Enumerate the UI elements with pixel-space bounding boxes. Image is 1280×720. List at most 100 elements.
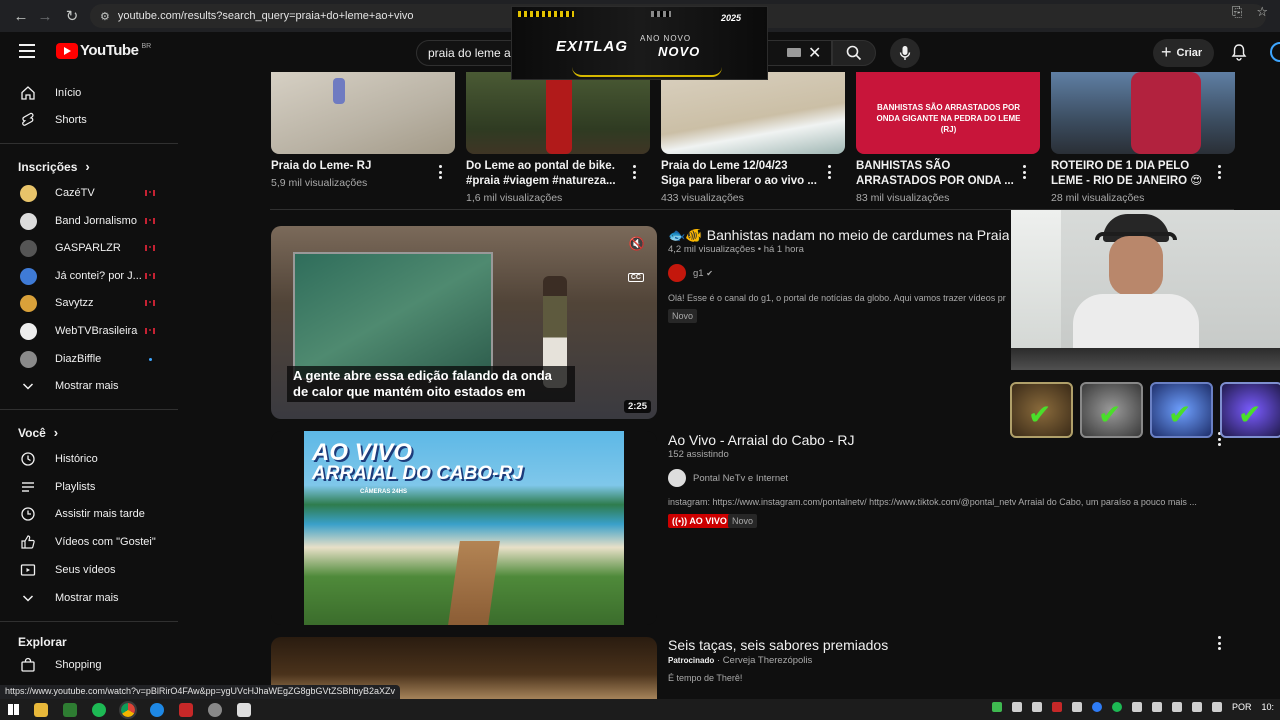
video-title[interactable]: 🐟🐠 Banhistas nadam no meio de cardumes n… [668, 227, 1009, 244]
channel-name[interactable]: g1 ✔ [693, 268, 713, 279]
youtube-play-icon [56, 42, 78, 59]
avatar [20, 239, 37, 257]
tray-app-icon[interactable] [1051, 702, 1062, 712]
ad-brand: EXITLAG [556, 38, 629, 55]
sidebar-item-your-videos[interactable]: Seus vídeos [0, 556, 178, 584]
sidebar-sub-cazetv[interactable]: CazéTV [0, 179, 178, 207]
sidebar-show-more-subs[interactable]: Mostrar mais [0, 372, 178, 400]
edge-icon[interactable] [150, 702, 164, 717]
shelf-thumbnail-2[interactable] [466, 72, 650, 154]
site-settings-icon[interactable]: ⚙ [100, 10, 110, 23]
more-actions-icon[interactable] [1022, 165, 1026, 179]
usb-icon[interactable] [1171, 702, 1182, 712]
sidebar-item-liked-videos[interactable]: Vídeos com "Gostei" [0, 528, 178, 556]
video-thumbnail-arraial[interactable]: AO VIVO ARRAIAL DO CABO-RJ CÂMERAS 24HS [271, 431, 657, 625]
window-frame [1011, 210, 1061, 370]
sidebar-sub-webtvbrasileira[interactable]: WebTVBrasileira [0, 317, 178, 345]
tray-app-icon[interactable] [1071, 702, 1082, 712]
playlists-icon [19, 478, 37, 496]
advertiser-name[interactable]: Cerveja Therezópolis [723, 655, 813, 666]
sidebar-divider [0, 143, 178, 144]
clock[interactable]: 10: [1261, 702, 1274, 712]
sidebar-item-historico[interactable]: Histórico [0, 445, 178, 473]
channel-name[interactable]: Pontal NeTv e Internet [693, 473, 788, 484]
spotify-icon[interactable] [92, 702, 106, 717]
mute-icon[interactable]: 🔇 [629, 236, 645, 252]
bookmark-star-icon[interactable]: ☆ [1256, 4, 1268, 20]
tray-app-icon[interactable] [1011, 702, 1022, 712]
subscriptions-heading[interactable]: Inscrições › [18, 159, 90, 174]
shelf-title-4[interactable]: BANHISTAS SÃO ARRASTADOS POR ONDA ... [856, 159, 1016, 189]
ad-title[interactable]: Seis taças, seis sabores premiados [668, 637, 888, 653]
reload-icon[interactable]: ↻ [57, 1, 87, 31]
keyboard-shelf [1011, 348, 1280, 370]
file-explorer-icon[interactable] [34, 702, 48, 717]
youtube-logo[interactable]: YouTube BR [56, 42, 151, 59]
sidebar-sub-gasparlzr[interactable]: GASPARLZR [0, 234, 178, 262]
windows-start-icon[interactable] [8, 704, 19, 715]
sidebar-item-shopping[interactable]: Shopping [0, 651, 178, 679]
sidebar-item-playlists[interactable]: Playlists [0, 473, 178, 501]
achievement-badge: ✔ [1010, 382, 1073, 438]
search-button[interactable] [832, 40, 876, 66]
sidebar-sub-savytzz[interactable]: Savytzz [0, 289, 178, 317]
video-title[interactable]: Ao Vivo - Arraial do Cabo - RJ [668, 432, 855, 448]
sidebar-sub-ja-contei[interactable]: Já contei? por J... [0, 262, 178, 290]
app-icon[interactable] [179, 702, 193, 717]
tray-app-icon[interactable] [1131, 702, 1142, 712]
tray-app-icon[interactable] [1091, 702, 1102, 712]
shelf-title-1[interactable]: Praia do Leme- RJ [271, 159, 431, 174]
microphone-tray-icon[interactable] [1151, 702, 1162, 712]
shelf-thumbnail-5[interactable] [1051, 72, 1235, 154]
store-icon[interactable] [63, 702, 77, 717]
more-actions-icon[interactable] [632, 165, 636, 179]
network-icon[interactable] [1191, 702, 1202, 712]
shorts-icon [19, 111, 37, 129]
sidebar-item-label: Já contei? por J... [55, 270, 142, 282]
shelf-title-5[interactable]: ROTEIRO DE 1 DIA PELO LEME - RIO DE JANEI… [1051, 159, 1211, 189]
live-icon [145, 328, 155, 334]
volume-icon[interactable] [1211, 702, 1222, 712]
create-button[interactable]: + Criar [1153, 39, 1215, 67]
install-app-icon[interactable]: ⎘ [1232, 4, 1242, 20]
logo-text: YouTube [80, 42, 139, 59]
obs-icon[interactable] [237, 702, 251, 717]
tray-app-icon[interactable] [1031, 702, 1042, 712]
cc-button[interactable]: CC [627, 273, 644, 282]
ad-stripe [518, 11, 574, 17]
sidebar-item-watch-later[interactable]: Assistir mais tarde [0, 500, 178, 528]
microphone-icon [899, 46, 911, 60]
forward-icon[interactable]: → [30, 1, 60, 31]
more-actions-icon[interactable] [1217, 636, 1221, 650]
sidebar-show-more-you[interactable]: Mostrar mais [0, 584, 178, 612]
chrome-icon[interactable] [119, 700, 137, 719]
shelf-thumbnail-3[interactable] [661, 72, 845, 154]
settings-icon[interactable] [208, 702, 222, 717]
spotify-tray-icon[interactable] [1111, 702, 1122, 712]
you-heading[interactable]: Você › [18, 425, 58, 440]
like-icon [19, 533, 37, 551]
channel-avatar[interactable] [668, 469, 686, 487]
clear-search-icon[interactable]: ✕ [808, 43, 821, 63]
shelf-title-2[interactable]: Do Leme ao pontal de bike. #praia #viagem… [466, 159, 626, 189]
sidebar-item-inicio[interactable]: Início [0, 79, 178, 107]
keyboard-icon[interactable] [787, 48, 801, 57]
more-actions-icon[interactable] [1217, 165, 1221, 179]
language-indicator[interactable]: POR [1232, 702, 1252, 712]
sidebar-sub-band-jornalismo[interactable]: Band Jornalismo [0, 207, 178, 235]
tray-app-icon[interactable] [991, 702, 1002, 712]
new-badge: Novo [668, 309, 698, 323]
shelf-title-3[interactable]: Praia do Leme 12/04/23 Siga para liberar … [661, 159, 821, 189]
sidebar-sub-diazbiffle[interactable]: DiazBiffle [0, 345, 178, 373]
more-actions-icon[interactable] [827, 165, 831, 179]
shelf-thumbnail-4[interactable]: BANHISTAS SÃO ARRASTADOS POR ONDA GIGANT… [856, 72, 1040, 154]
channel-avatar[interactable] [668, 264, 686, 282]
account-avatar[interactable] [1270, 42, 1280, 62]
more-actions-icon[interactable] [438, 165, 442, 179]
voice-search-button[interactable] [890, 38, 920, 68]
sidebar-item-shorts[interactable]: Shorts [0, 106, 178, 134]
shelf-thumbnail-1[interactable] [271, 72, 455, 154]
notifications-icon[interactable] [1230, 43, 1248, 66]
check-icon: ✔ [1028, 399, 1052, 430]
menu-icon[interactable] [19, 44, 35, 58]
